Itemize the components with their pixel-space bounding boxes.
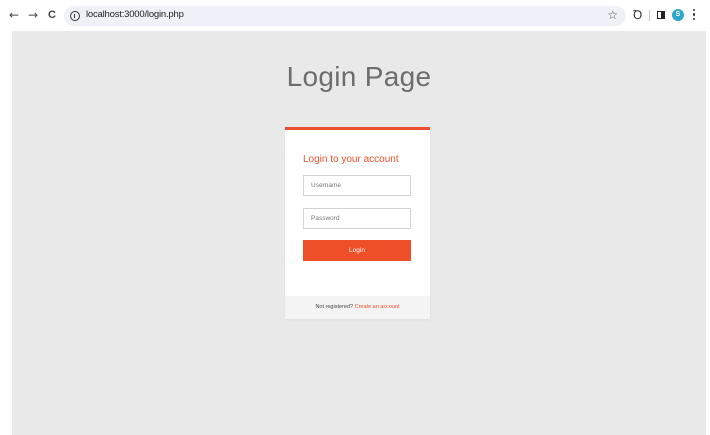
login-card: Login to your account Username Password … (285, 127, 430, 319)
browser-toolbar: ← → C localhost:3000/login.php ☆ Ꝺ S (0, 0, 710, 31)
login-heading: Login to your account (303, 154, 399, 165)
login-button[interactable]: Login (303, 240, 411, 261)
reload-icon[interactable]: C (45, 8, 59, 22)
password-input[interactable]: Password (303, 208, 411, 229)
page-viewport: Login Page Login to your account Usernam… (12, 31, 706, 435)
site-info-icon[interactable] (70, 11, 80, 21)
more-menu-icon[interactable] (692, 9, 696, 23)
address-bar[interactable]: localhost:3000/login.php ☆ (64, 6, 626, 26)
not-registered-text: Not registered? (315, 304, 354, 310)
profile-avatar[interactable]: S (672, 9, 684, 21)
page-title: Login Page (286, 61, 432, 92)
extensions-icon[interactable]: Ꝺ (633, 8, 642, 22)
username-input[interactable]: Username (303, 175, 411, 196)
toolbar-divider (649, 10, 650, 21)
url-text[interactable]: localhost:3000/login.php (86, 9, 184, 20)
create-account-link[interactable]: Create an account (355, 304, 400, 310)
back-icon[interactable]: ← (7, 8, 21, 22)
side-panel-icon[interactable] (657, 11, 665, 19)
forward-icon[interactable]: → (26, 8, 40, 22)
card-footer: Not registered? Create an account (285, 296, 430, 319)
bookmark-star-icon[interactable]: ☆ (607, 8, 618, 22)
